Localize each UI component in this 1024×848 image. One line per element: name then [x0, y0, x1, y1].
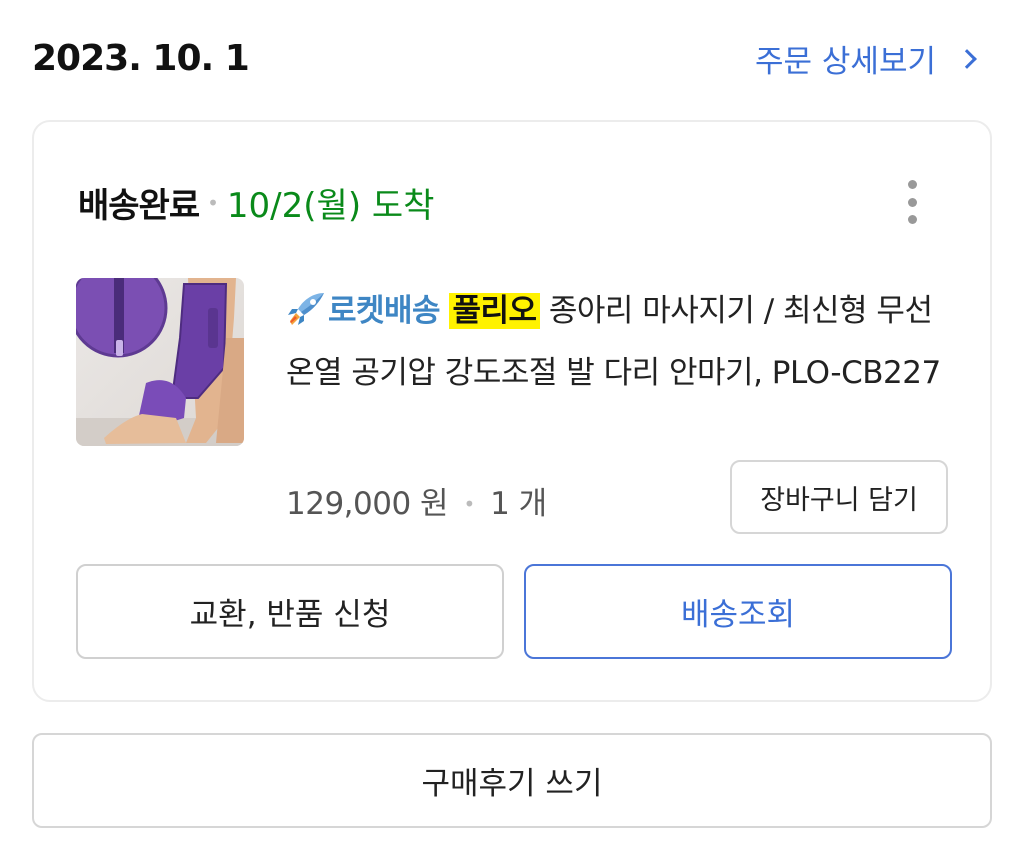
separator-dot: • [463, 492, 475, 516]
order-date: 2023. 10. 1 [32, 38, 250, 79]
more-options-button[interactable] [902, 180, 922, 224]
product-price: 129,000 원 [286, 486, 449, 522]
separator-dot: • [207, 190, 219, 215]
delivery-status: 배송완료 [78, 186, 200, 226]
write-review-button[interactable]: 구매후기 쓰기 [32, 733, 992, 828]
product-brand: 풀리오 [449, 293, 540, 329]
rocket-icon [288, 293, 324, 325]
exchange-return-button[interactable]: 교환, 반품 신청 [76, 564, 504, 659]
order-detail-label: 주문 상세보기 [755, 44, 936, 80]
price-row: 129,000 원 • 1 개 [286, 478, 547, 523]
product-thumbnail[interactable] [76, 278, 244, 446]
arrival-date: 10/2(월) 도착 [226, 186, 435, 226]
add-to-cart-button[interactable]: 장바구니 담기 [730, 460, 948, 534]
chevron-right-icon [957, 48, 977, 69]
order-card: 배송완료 • 10/2(월) 도착 로켓배송 풀리오 종아리 마사지기 / 최신… [32, 120, 992, 702]
delivery-status-row: 배송완료 • 10/2(월) 도착 [78, 178, 434, 227]
order-detail-link[interactable]: 주문 상세보기 [755, 36, 977, 81]
product-image [76, 278, 244, 446]
product-quantity: 1 개 [490, 486, 547, 522]
product-title[interactable]: 로켓배송 풀리오 종아리 마사지기 / 최신형 무선 온열 공기압 강도조절 발… [286, 280, 956, 404]
more-vertical-icon [907, 180, 917, 189]
track-delivery-button[interactable]: 배송조회 [524, 564, 952, 659]
rocket-delivery-badge: 로켓배송 [328, 293, 441, 329]
